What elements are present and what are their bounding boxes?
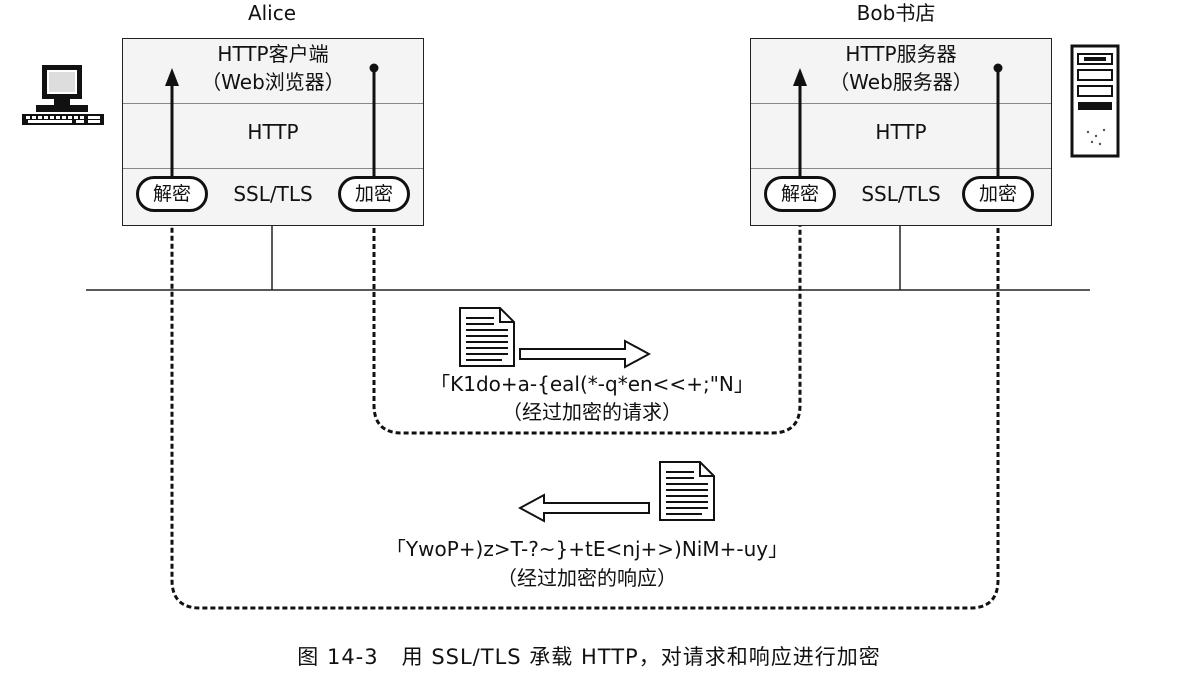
alice-name: Alice bbox=[247, 1, 297, 25]
response-ciphertext: 「YwoP+)z>T-?~}+tE<nj+>)NiM+-uy」 bbox=[385, 537, 789, 561]
alice-origin-dot-icon bbox=[369, 63, 379, 73]
server-tower-icon bbox=[1070, 44, 1120, 158]
response-document-icon bbox=[659, 461, 715, 521]
figure-caption: 图 14-3 用 SSL/TLS 承载 HTTP，对请求和响应进行加密 bbox=[297, 645, 881, 669]
request-description: （经过加密的请求） bbox=[502, 400, 682, 424]
bob-up-arrow-icon bbox=[793, 68, 807, 86]
alice-encrypt-badge: 加密 bbox=[338, 176, 410, 212]
arrow-left-icon bbox=[518, 493, 650, 523]
bob-name: Bob书店 bbox=[856, 1, 936, 25]
alice-decrypt-badge: 解密 bbox=[136, 176, 208, 212]
request-document-icon bbox=[459, 307, 515, 367]
request-ciphertext: 「K1do+a-{eal(*-q*en<<+;"N」 bbox=[430, 372, 754, 396]
arrow-right-icon bbox=[519, 339, 651, 369]
bob-origin-dot-icon bbox=[993, 63, 1003, 73]
bob-decrypt-badge: 解密 bbox=[764, 176, 836, 212]
response-description: （经过加密的响应） bbox=[497, 566, 677, 590]
bob-encrypt-badge: 加密 bbox=[962, 176, 1034, 212]
alice-up-arrow-icon bbox=[165, 68, 179, 86]
desktop-computer-icon bbox=[22, 65, 104, 125]
